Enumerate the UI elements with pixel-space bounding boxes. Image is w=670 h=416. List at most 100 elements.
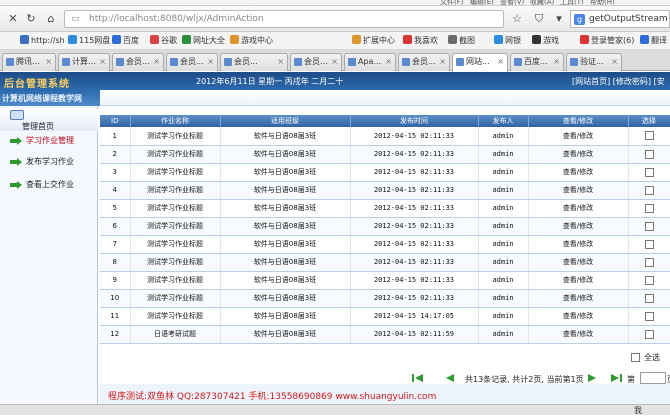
row-checkbox[interactable]: [644, 257, 654, 267]
bookmark-item[interactable]: 扩展中心: [352, 35, 395, 46]
view-edit-link[interactable]: 查看/修改: [528, 253, 629, 272]
row-checkbox[interactable]: [644, 185, 654, 195]
last-page-icon[interactable]: [610, 373, 622, 383]
tab-close-icon[interactable]: ×: [45, 54, 52, 70]
tab-close-icon[interactable]: ×: [385, 54, 392, 70]
column-header: 发布时间: [350, 115, 479, 127]
view-edit-link[interactable]: 查看/修改: [528, 307, 629, 326]
page-number-input[interactable]: [640, 372, 666, 384]
address-bar[interactable]: ▭ http://localhost:8080/wljx/AdminAction: [64, 10, 504, 28]
star-icon[interactable]: ☆: [508, 11, 526, 27]
bookmark-item[interactable]: 我喜欢: [403, 35, 438, 46]
browser-tab[interactable]: 计算... ×: [58, 53, 110, 71]
browser-tab[interactable]: 会员... ×: [220, 53, 288, 71]
tab-close-icon[interactable]: ×: [153, 54, 160, 70]
site-home-link[interactable]: [网站首页]: [572, 77, 610, 86]
browser-tab[interactable]: 腾讯... ×: [2, 53, 56, 71]
bookmark-item[interactable]: http://sh: [20, 35, 65, 45]
view-edit-link[interactable]: 查看/修改: [528, 217, 629, 236]
prev-page-icon[interactable]: [444, 373, 456, 383]
bookmark-item[interactable]: 网银: [494, 35, 521, 46]
row-checkbox[interactable]: [644, 275, 654, 285]
browser-tab[interactable]: 百度... ×: [510, 53, 564, 71]
browser-tab[interactable]: Apa... ×: [344, 53, 396, 71]
table-row: 2 测试学习作业标题 软件与日语08届3班 2012-04-15 02:11:33 ad…: [100, 145, 670, 164]
sidebar-item-publish-homework[interactable]: 发布学习作业: [4, 154, 98, 170]
search-input[interactable]: g getOutputStream: [570, 10, 670, 28]
site-subtitle-bar: 计算机网络课程教学网: [0, 90, 100, 106]
row-checkbox[interactable]: [644, 239, 654, 249]
bookmark-item[interactable]: 游戏中心: [230, 35, 273, 46]
tab-close-icon[interactable]: ×: [439, 54, 446, 70]
browser-tab[interactable]: 验证... ×: [566, 53, 622, 71]
cell-class: 软件与日语08届3班: [220, 289, 351, 308]
green-arrow-icon: [10, 181, 22, 189]
view-edit-link[interactable]: 查看/修改: [528, 163, 629, 182]
stop-icon[interactable]: ✕: [4, 11, 22, 27]
view-edit-link[interactable]: 查看/修改: [528, 289, 629, 308]
select-all-checkbox[interactable]: [631, 353, 640, 362]
browser-tab[interactable]: 会员... ×: [398, 53, 450, 71]
bookmark-item[interactable]: 谷歌: [150, 35, 177, 46]
view-edit-link[interactable]: 查看/修改: [528, 127, 629, 146]
select-all[interactable]: 全选: [631, 352, 660, 363]
view-edit-link[interactable]: 查看/修改: [528, 325, 629, 344]
row-checkbox[interactable]: [644, 149, 654, 159]
browser-tab[interactable]: 会员... ×: [166, 53, 218, 71]
cell-title: 测试学习作业标题: [130, 181, 221, 200]
view-edit-link[interactable]: 查看/修改: [528, 271, 629, 290]
view-edit-link[interactable]: 查看/修改: [528, 145, 629, 164]
row-checkbox[interactable]: [644, 329, 654, 339]
tab-close-icon[interactable]: ×: [277, 54, 284, 70]
bookmark-item[interactable]: 登录管家(6): [580, 35, 634, 46]
tab-close-icon[interactable]: ×: [497, 54, 504, 70]
change-password-link[interactable]: [修改密码]: [613, 77, 651, 86]
shield-icon[interactable]: ⛉: [530, 11, 548, 27]
column-header: 查看/修改: [528, 115, 629, 127]
row-checkbox[interactable]: [644, 131, 654, 141]
tab-label: 会员...: [304, 57, 328, 66]
row-checkbox[interactable]: [644, 203, 654, 213]
bookmark-item[interactable]: 百度: [112, 35, 139, 46]
tab-close-icon[interactable]: ×: [331, 54, 338, 70]
tab-close-icon[interactable]: ×: [207, 54, 214, 70]
app-header: 后台管理系统 2012年6月11日 星期一 丙戌年 二月二十 [网站首页] [修…: [0, 72, 670, 90]
browser-tab[interactable]: 网站... ×: [452, 53, 508, 72]
tab-close-icon[interactable]: ×: [553, 54, 560, 70]
chevron-down-icon[interactable]: ▾: [550, 11, 568, 27]
cell-time: 2012-04-15 02:11:33: [350, 163, 479, 182]
sidebar-item-homework-manage[interactable]: 学习作业管理: [4, 133, 98, 149]
bookmark-item[interactable]: 网址大全: [182, 35, 225, 46]
bookmark-item[interactable]: 翻译: [640, 35, 667, 46]
browser-tab[interactable]: 会员... ×: [112, 53, 164, 71]
row-checkbox[interactable]: [644, 221, 654, 231]
bookmark-item[interactable]: 截图: [448, 35, 475, 46]
cell-class: 软件与日语08届3班: [220, 217, 351, 236]
view-edit-link[interactable]: 查看/修改: [528, 199, 629, 218]
content-top-strip: [100, 90, 670, 106]
view-edit-link[interactable]: 查看/修改: [528, 181, 629, 200]
first-page-icon[interactable]: [412, 373, 424, 383]
sidebar-item-view-submissions[interactable]: 查看上交作业: [4, 177, 98, 193]
cell-publisher: admin: [478, 235, 529, 254]
next-page-icon[interactable]: [586, 373, 598, 383]
row-checkbox[interactable]: [644, 293, 654, 303]
row-checkbox[interactable]: [644, 311, 654, 321]
cell-time: 2012-04-15 02:11:33: [350, 235, 479, 254]
table-row: 1 测试学习作业标题 软件与日语08届3班 2012-04-15 02:11:33 ad…: [100, 127, 670, 146]
browser-tab[interactable]: 会员... ×: [290, 53, 342, 71]
safe-exit-link[interactable]: [安: [654, 77, 665, 86]
bookmark-item[interactable]: 游戏: [532, 35, 559, 46]
cell-id: 10: [100, 289, 131, 308]
home-icon[interactable]: ⌂: [42, 11, 60, 27]
tab-close-icon[interactable]: ×: [99, 54, 106, 70]
cell-select: [628, 199, 670, 218]
bookmark-item[interactable]: 115网盘: [68, 35, 110, 46]
refresh-icon[interactable]: ↻: [22, 11, 40, 27]
tab-close-icon[interactable]: ×: [611, 54, 618, 70]
view-edit-link[interactable]: 查看/修改: [528, 235, 629, 254]
tab-favicon-icon: [224, 58, 232, 66]
row-checkbox[interactable]: [644, 167, 654, 177]
select-all-label: 全选: [644, 353, 660, 362]
sidebar-header[interactable]: 管理首页: [0, 109, 98, 131]
